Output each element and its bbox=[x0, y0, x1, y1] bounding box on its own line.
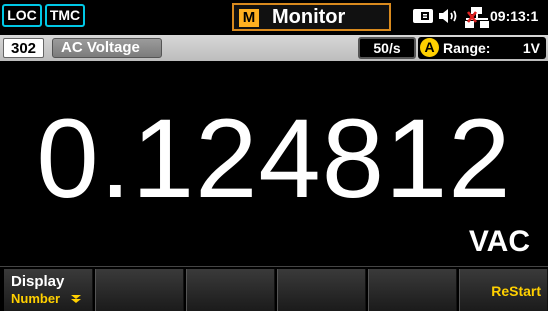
softkey-2[interactable] bbox=[95, 269, 184, 311]
network-disconnected-icon bbox=[465, 7, 489, 28]
softkey-4[interactable] bbox=[277, 269, 366, 311]
softkey-bar: Display Number ReStart bbox=[0, 266, 548, 311]
range-label: Range: bbox=[443, 40, 491, 56]
measurement-reading: 0.124812 bbox=[36, 96, 512, 221]
display-softkey-title: Display bbox=[11, 273, 65, 290]
mode-title: Monitor bbox=[272, 6, 346, 28]
range-indicator: A Range: 1V bbox=[418, 37, 546, 59]
sample-rate-indicator: 50/s bbox=[358, 37, 416, 59]
range-value: 1V bbox=[522, 40, 540, 56]
restart-label: ReStart bbox=[491, 283, 541, 299]
auto-range-icon: A bbox=[420, 38, 439, 57]
measurement-function-label: AC Voltage bbox=[52, 38, 162, 58]
mode-indicator: M Monitor bbox=[232, 3, 391, 31]
tmc-badge: TMC bbox=[45, 4, 85, 27]
measurement-display: 0.124812 VAC bbox=[0, 61, 548, 266]
storage-icon bbox=[413, 9, 433, 23]
display-softkey[interactable]: Display Number bbox=[4, 269, 93, 311]
softkey-5[interactable] bbox=[368, 269, 457, 311]
softkey-3[interactable] bbox=[186, 269, 275, 311]
mode-letter-icon: M bbox=[239, 9, 259, 27]
clock: 09:13:1 bbox=[490, 8, 539, 24]
display-softkey-value: Number bbox=[11, 291, 61, 306]
info-bar: 302 AC Voltage 50/s A Range: 1V bbox=[0, 35, 548, 61]
channel-number: 302 bbox=[3, 38, 44, 58]
measurement-unit: VAC bbox=[468, 225, 530, 258]
loc-badge: LOC bbox=[2, 4, 42, 27]
status-bar: LOC TMC M Monitor 09:13:1 bbox=[0, 0, 548, 35]
speaker-icon bbox=[439, 9, 457, 23]
restart-softkey[interactable]: ReStart bbox=[459, 269, 548, 311]
chevron-down-icon bbox=[71, 295, 81, 303]
